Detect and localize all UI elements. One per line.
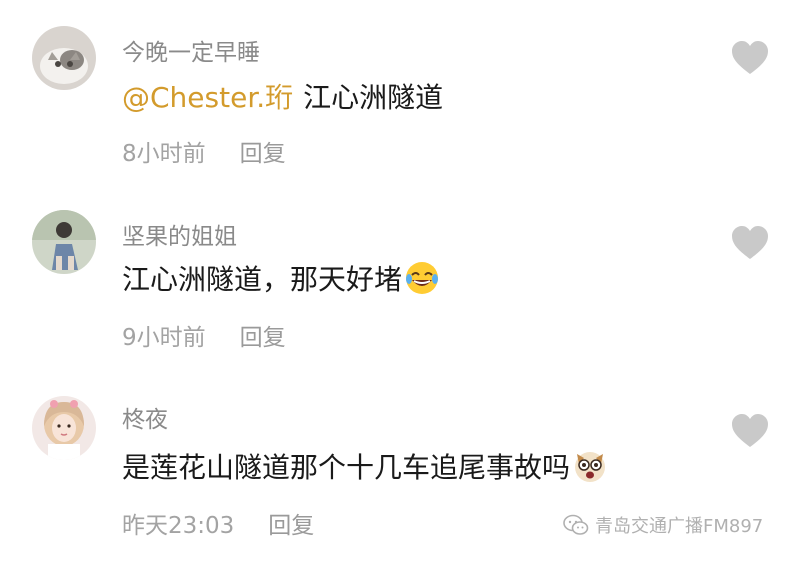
comment-meta: 9小时前 回复 <box>122 318 286 352</box>
comment-body: 江心洲隧道 <box>303 81 444 114</box>
timestamp: 昨天23:03 <box>122 513 235 539</box>
username[interactable]: 坚果的姐姐 <box>122 217 237 251</box>
wechat-icon <box>563 514 589 535</box>
comment-meta: 昨天23:03 回复 <box>122 506 314 540</box>
avatar[interactable] <box>32 396 96 460</box>
comment-text: 江心洲隧道，那天好堵 <box>122 258 440 298</box>
heart-icon <box>732 41 768 74</box>
timestamp: 9小时前 <box>122 325 206 351</box>
avatar[interactable] <box>32 26 96 90</box>
username[interactable]: 今晚一定早睡 <box>122 33 260 67</box>
username[interactable]: 柊夜 <box>122 400 168 434</box>
heart-icon <box>732 414 768 447</box>
comment-text: 是莲花山隧道那个十几车追尾事故吗 <box>122 446 608 486</box>
like-button[interactable] <box>730 40 770 76</box>
laughing-crying-emoji-icon <box>404 260 440 296</box>
comment-body: 是莲花山隧道那个十几车追尾事故吗 <box>122 451 571 484</box>
mention-link[interactable]: @Chester.珩 <box>122 76 293 116</box>
girl-portrait-avatar-icon <box>32 396 96 460</box>
cat-avatar-icon <box>32 26 96 90</box>
reply-button[interactable]: 回复 <box>268 506 314 540</box>
watermark-text: 青岛交通广播FM897 <box>595 516 764 537</box>
comment-body: 江心洲隧道，那天好堵 <box>122 263 403 296</box>
watermark: 青岛交通广播FM897 <box>563 512 763 538</box>
heart-icon <box>732 226 768 259</box>
shocked-dog-emoji-icon <box>572 448 608 484</box>
person-outdoor-avatar-icon <box>32 210 96 274</box>
like-button[interactable] <box>730 225 770 261</box>
reply-button[interactable]: 回复 <box>240 134 286 168</box>
like-button[interactable] <box>730 413 770 449</box>
avatar[interactable] <box>32 210 96 274</box>
reply-button[interactable]: 回复 <box>240 318 286 352</box>
timestamp: 8小时前 <box>122 141 206 167</box>
comment-text: @Chester.珩 江心洲隧道 <box>122 76 443 116</box>
comment-meta: 8小时前 回复 <box>122 134 286 168</box>
